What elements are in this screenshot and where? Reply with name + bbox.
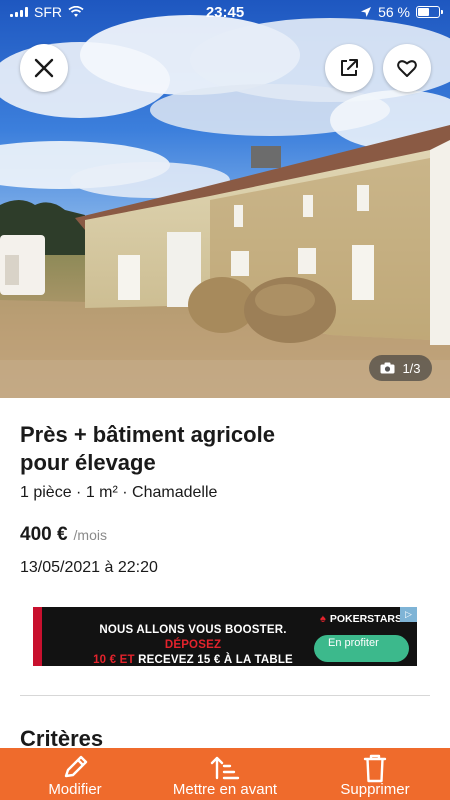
status-bar: SFR 23:45 56 % — [0, 0, 450, 24]
clock: 23:45 — [205, 3, 245, 21]
photo-scene — [0, 0, 450, 398]
promote-label: Mettre en avant — [172, 781, 278, 798]
listing-title: Près + bâtiment agricole pour élevage — [20, 422, 275, 475]
battery-icon — [416, 6, 443, 18]
photo-counter: 1/3 — [369, 355, 432, 381]
ad-line1-white: NOUS ALLONS VOUS BOOSTER. — [99, 624, 287, 636]
price-unit: /mois — [73, 527, 107, 543]
ad-accent-bar — [33, 607, 42, 666]
trash-icon — [363, 754, 387, 783]
ad-brand: ♠ POKERSTARS — [320, 613, 402, 625]
listing-date: 13/05/2021 à 22:20 — [20, 559, 158, 576]
spade-icon: ♠ — [320, 613, 326, 625]
pencil-icon — [64, 755, 88, 778]
close-icon — [34, 58, 54, 78]
bottom-action-bar: Modifier Mettre en avant Supprimer — [0, 748, 450, 800]
cellular-signal-icon — [10, 7, 28, 17]
listing-price: 400 € — [20, 524, 68, 545]
listing-meta: 1 pièce · 1 m² · Chamadelle — [20, 484, 218, 501]
ad-headline: NOUS ALLONS VOUS BOOSTER. DÉPOSEZ 10 € E… — [73, 623, 313, 666]
ad-line2-white: RECEVEZ 15 € À LA TABLE — [138, 654, 293, 666]
ad-banner[interactable]: NOUS ALLONS VOUS BOOSTER. DÉPOSEZ 10 € E… — [33, 607, 417, 666]
ad-line1-red: DÉPOSEZ — [164, 639, 222, 651]
modify-button[interactable]: Modifier — [0, 748, 150, 800]
camera-icon — [380, 362, 395, 374]
ad-cta-button[interactable]: En profiter — [314, 635, 409, 662]
battery-percent: 56 % — [378, 4, 410, 20]
price-row: 400 € /mois — [20, 524, 107, 546]
wifi-icon — [68, 6, 84, 17]
promote-button[interactable]: Mettre en avant — [150, 748, 300, 800]
close-button[interactable] — [20, 44, 68, 92]
delete-button[interactable]: Supprimer — [300, 748, 450, 800]
carrier-name: SFR — [34, 4, 62, 20]
ad-brand-name: POKERSTARS — [329, 613, 402, 625]
section-divider — [20, 695, 430, 696]
listing-photo[interactable] — [0, 0, 450, 398]
sort-up-icon — [210, 756, 240, 780]
modify-label: Modifier — [48, 781, 102, 798]
ad-info-button[interactable]: ▷ — [400, 607, 417, 622]
ad-line2-red: 10 € ET — [93, 654, 135, 666]
ad-info-icon: ▷ — [405, 609, 412, 619]
delete-label: Supprimer — [340, 781, 410, 798]
heart-icon — [397, 60, 417, 77]
location-arrow-icon — [361, 7, 372, 17]
share-icon — [341, 59, 358, 76]
share-button[interactable] — [325, 44, 373, 92]
photo-counter-text: 1/3 — [402, 360, 421, 376]
favorite-button[interactable] — [383, 44, 431, 92]
